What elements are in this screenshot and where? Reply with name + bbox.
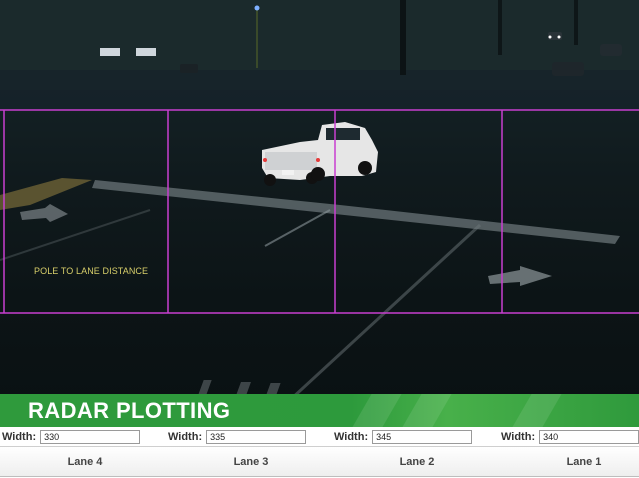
distant-car <box>552 62 584 76</box>
headlight <box>548 35 552 39</box>
banner-decoration <box>392 394 458 427</box>
banner-decoration <box>342 394 408 427</box>
signal-pole <box>256 8 258 68</box>
camera-view: POLE TO LANE DISTANCE <box>0 0 639 400</box>
width-cell-lane-4: Width: <box>2 429 141 444</box>
stop-line <box>92 180 620 244</box>
lane-3-header: Lane 3 <box>233 455 269 468</box>
width-input-lane-3[interactable] <box>206 429 307 444</box>
lane-line <box>264 209 331 247</box>
camera-scene <box>0 0 639 400</box>
width-label: Width: <box>501 430 536 443</box>
road-arrow <box>20 204 68 222</box>
radar-plotting-banner: RADAR PLOTTING <box>0 394 639 427</box>
lane-4-header: Lane 4 <box>67 455 103 468</box>
street-light <box>254 5 260 11</box>
utility-pole <box>498 0 502 55</box>
utility-pole <box>400 0 406 75</box>
width-cell-lane-2: Width: <box>334 429 473 444</box>
road-far <box>0 70 639 110</box>
width-label: Width: <box>334 430 369 443</box>
width-label: Width: <box>2 430 37 443</box>
lane-header-row: Lane 4 Lane 3 Lane 2 Lane 1 <box>0 447 639 477</box>
width-input-lane-4[interactable] <box>40 429 141 444</box>
utility-pole <box>574 0 578 45</box>
lane-2-header: Lane 2 <box>399 455 435 468</box>
pickup-truck <box>262 122 378 186</box>
curb <box>0 178 92 210</box>
road-arrow <box>488 266 552 286</box>
distant-car <box>600 44 622 56</box>
road-sign <box>136 48 156 56</box>
lane-1-header: Lane 1 <box>566 455 602 468</box>
width-row: Width: Width: Width: Width: <box>0 427 639 447</box>
width-cell-lane-3: Width: <box>168 429 307 444</box>
road-sign <box>100 48 120 56</box>
width-input-lane-2[interactable] <box>372 429 473 444</box>
distant-car <box>180 64 198 73</box>
width-label: Width: <box>168 430 203 443</box>
banner-title: RADAR PLOTTING <box>28 398 231 423</box>
banner-decoration <box>502 394 568 427</box>
pole-distance-label: POLE TO LANE DISTANCE <box>34 266 149 276</box>
width-input-lane-1[interactable] <box>539 429 639 444</box>
headlight <box>557 35 561 39</box>
width-cell-lane-1: Width: <box>501 429 639 444</box>
